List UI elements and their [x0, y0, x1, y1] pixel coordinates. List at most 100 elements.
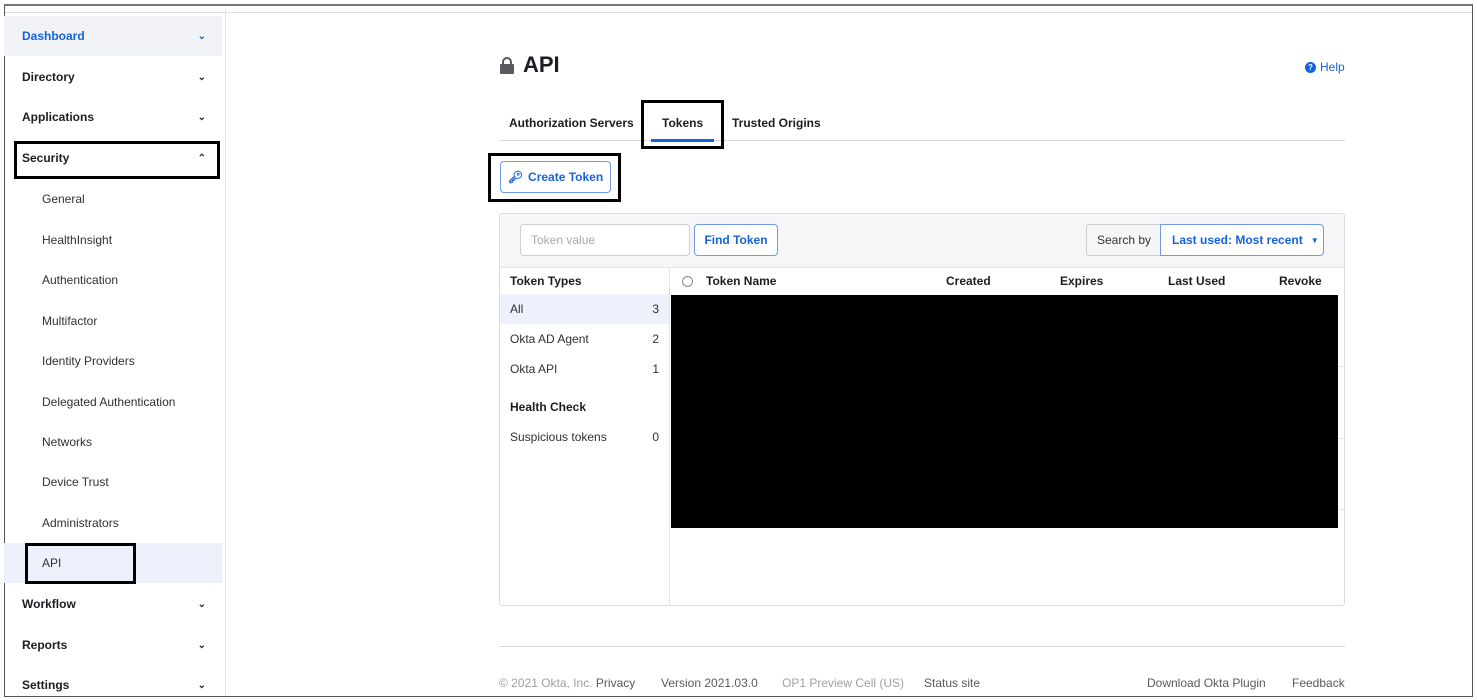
- sidebar-subitem-device-trust[interactable]: Device Trust: [4, 462, 222, 502]
- filter-item-suspicious-tokens[interactable]: Suspicious tokens 0: [500, 422, 669, 452]
- sidebar-subitem-label: Multifactor: [42, 314, 98, 328]
- sidebar-item-label: Dashboard: [22, 29, 85, 43]
- sidebar-subitem-api[interactable]: API: [4, 543, 222, 583]
- filter-count: 0: [652, 430, 659, 444]
- feedback-link[interactable]: Feedback: [1292, 676, 1345, 690]
- filter-label: Okta API: [510, 362, 558, 376]
- column-token-name[interactable]: Token Name: [682, 268, 776, 294]
- column-label: Last Used: [1168, 274, 1226, 288]
- column-created[interactable]: Created: [946, 268, 991, 294]
- sidebar-item-dashboard[interactable]: Dashboard ⌄: [4, 16, 222, 56]
- chevron-up-icon: ⌃: [197, 152, 206, 164]
- health-check-heading: Health Check: [510, 400, 587, 414]
- row-divider: [1338, 509, 1345, 510]
- column-label: Revoke: [1279, 274, 1322, 288]
- sidebar-subitem-label: HealthInsight: [42, 233, 113, 247]
- tokens-panel: Find Token Search by Last used: Most rec…: [499, 213, 1345, 606]
- help-label: Help: [1320, 60, 1345, 74]
- footer-divider: [499, 646, 1345, 647]
- footer-cell: OP1 Preview Cell (US): [782, 676, 905, 690]
- sidebar-item-security[interactable]: Security ⌃: [4, 138, 222, 178]
- sidebar-subitem-label: Authentication: [42, 273, 119, 287]
- column-label: Expires: [1060, 274, 1104, 288]
- sidebar-subitem-authentication[interactable]: Authentication: [4, 260, 222, 300]
- tab-label: Authorization Servers: [509, 115, 634, 130]
- column-label: Token Name: [706, 274, 777, 288]
- sidebar-item-label: Applications: [22, 110, 95, 124]
- filter-item-okta-ad-agent[interactable]: Okta AD Agent 2: [500, 324, 669, 354]
- sidebar-item-label: Workflow: [22, 597, 76, 611]
- status-site-link[interactable]: Status site: [924, 676, 980, 690]
- token-value-input[interactable]: [520, 224, 690, 256]
- footer-copyright: © 2021 Okta, Inc. Privacy: [499, 676, 635, 690]
- page-title-text: API: [523, 52, 560, 77]
- privacy-link[interactable]: Privacy: [596, 676, 635, 690]
- sidebar-item-settings[interactable]: Settings ⌄: [4, 665, 222, 700]
- chevron-down-icon: ⌄: [197, 30, 206, 42]
- tab-label: Trusted Origins: [732, 115, 821, 130]
- sidebar-subitem-networks[interactable]: Networks: [4, 422, 222, 462]
- create-token-button[interactable]: 🔑︎ Create Token: [500, 161, 611, 193]
- sidebar-item-reports[interactable]: Reports ⌄: [4, 625, 222, 665]
- filter-label: All: [510, 302, 524, 316]
- filter-label: Suspicious tokens: [510, 430, 607, 444]
- help-link[interactable]: ? Help: [1305, 60, 1345, 74]
- sidebar-subitem-delegated-authentication[interactable]: Delegated Authentication: [4, 382, 222, 422]
- caret-down-icon: ▼: [1310, 235, 1319, 245]
- redacted-token-rows: [671, 295, 1338, 528]
- sidebar-subitem-label: General: [42, 192, 85, 206]
- sidebar-subitem-general[interactable]: General: [4, 179, 222, 219]
- sidebar-subitem-administrators[interactable]: Administrators: [4, 503, 222, 543]
- chevron-down-icon: ⌄: [197, 639, 206, 651]
- sort-select[interactable]: Last used: Most recent ▼: [1160, 224, 1324, 256]
- sidebar-subitem-label: Networks: [42, 435, 93, 449]
- tab-authorization-servers[interactable]: Authorization Servers: [509, 104, 634, 141]
- chevron-down-icon: ⌄: [197, 598, 206, 610]
- sidebar-item-directory[interactable]: Directory ⌄: [4, 57, 222, 97]
- sidebar-subitem-healthinsight[interactable]: HealthInsight: [4, 220, 222, 260]
- sidebar-item-label: Reports: [22, 638, 68, 652]
- filter-count: 2: [652, 332, 659, 346]
- table-header: Token Name Created Expires Last Used Rev…: [670, 268, 1345, 294]
- chevron-down-icon: ⌄: [197, 71, 206, 83]
- footer-version: Version 2021.03.0: [661, 676, 758, 690]
- tab-tokens[interactable]: Tokens: [651, 104, 715, 142]
- column-revoke: Revoke: [1279, 268, 1322, 294]
- sidebar-item-label: Settings: [22, 678, 70, 692]
- filter-item-okta-api[interactable]: Okta API 1: [500, 354, 669, 384]
- row-divider: [1338, 438, 1345, 439]
- filter-item-all[interactable]: All 3: [500, 294, 669, 324]
- column-last-used[interactable]: Last Used: [1168, 268, 1225, 294]
- filter-label: Okta AD Agent: [510, 332, 589, 346]
- copyright-text: © 2021 Okta, Inc.: [499, 676, 593, 690]
- sidebar-subitem-label: Administrators: [42, 516, 119, 530]
- filter-count: 3: [652, 302, 659, 316]
- select-all-radio[interactable]: [682, 275, 693, 287]
- sidebar-item-label: Directory: [22, 70, 75, 84]
- filter-count: 1: [652, 362, 659, 376]
- download-plugin-link[interactable]: Download Okta Plugin: [1147, 676, 1266, 690]
- find-token-button[interactable]: Find Token: [694, 224, 778, 256]
- sidebar-subitem-label: Delegated Authentication: [42, 395, 176, 409]
- row-divider: [1338, 366, 1345, 367]
- column-label: Created: [946, 274, 991, 288]
- sidebar-item-label: Security: [22, 151, 70, 165]
- search-by-label: Search by: [1086, 224, 1161, 256]
- column-expires[interactable]: Expires: [1060, 268, 1103, 294]
- sidebar-subitem-multifactor[interactable]: Multifactor: [4, 301, 222, 341]
- tab-trusted-origins[interactable]: Trusted Origins: [732, 104, 821, 141]
- token-types-heading: Token Types: [510, 274, 582, 288]
- lock-icon: [500, 56, 514, 74]
- tab-bar: Authorization Servers Tokens Trusted Ori…: [499, 104, 1345, 142]
- sidebar-subitem-label: Device Trust: [42, 475, 109, 489]
- page-title: API: [500, 52, 560, 78]
- sidebar-item-applications[interactable]: Applications ⌄: [4, 97, 222, 137]
- find-token-label: Find Token: [704, 233, 768, 247]
- chevron-down-icon: ⌄: [197, 111, 206, 123]
- panel-toolbar: Find Token Search by Last used: Most rec…: [500, 214, 1344, 268]
- sidebar-subitem-identity-providers[interactable]: Identity Providers: [4, 341, 222, 381]
- sidebar-item-workflow[interactable]: Workflow ⌄: [4, 584, 222, 624]
- create-token-label: Create Token: [528, 170, 604, 184]
- tab-label: Tokens: [662, 115, 704, 130]
- sort-selected-value: Last used: Most recent: [1172, 233, 1303, 247]
